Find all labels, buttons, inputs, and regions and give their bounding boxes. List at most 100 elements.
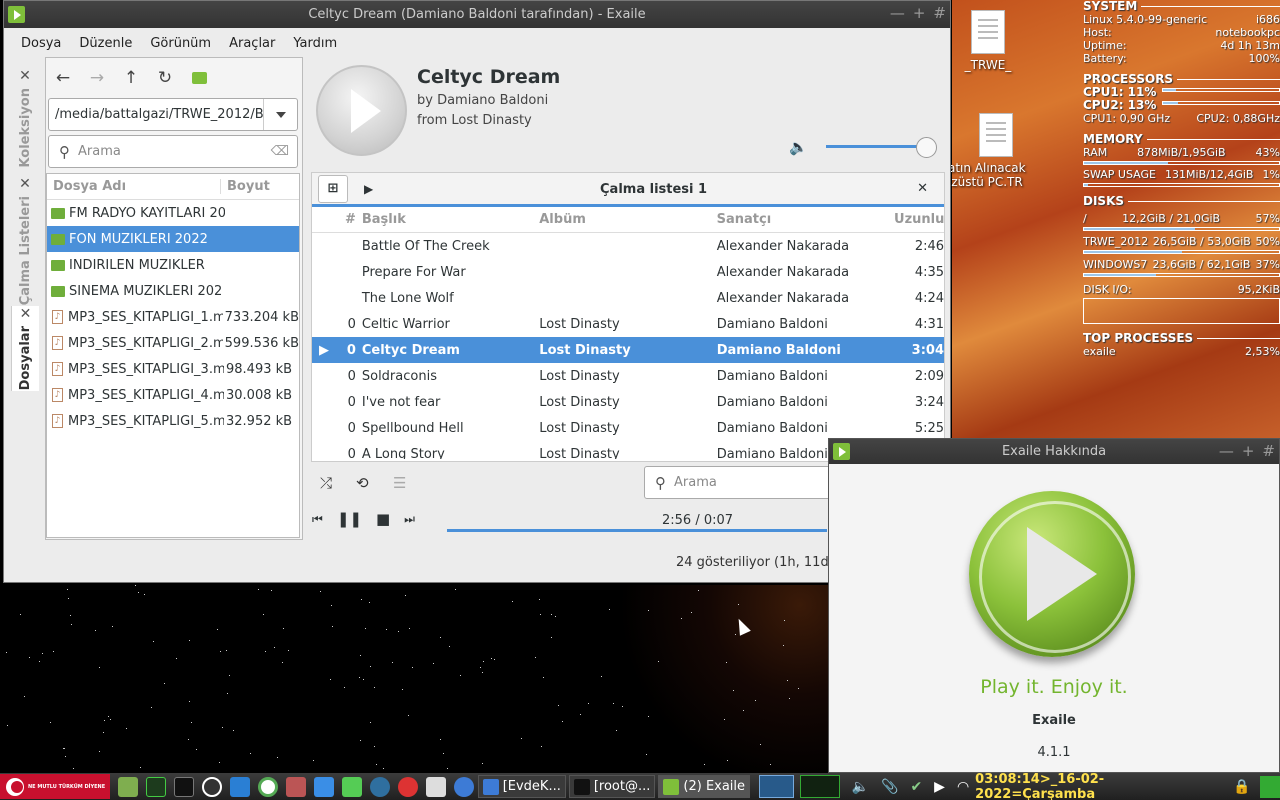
pdf-icon[interactable] (397, 776, 418, 797)
home-folder-icon[interactable] (186, 70, 212, 90)
tab-calma-listeleri[interactable]: ✕ Çalma Listeleri (11, 176, 39, 305)
file-row[interactable]: İNDİRİLEN MÜZİKLER (47, 252, 299, 278)
repeat-icon[interactable]: ⟲ (356, 474, 369, 492)
maximize-icon[interactable]: + (1242, 442, 1255, 460)
menu-yardim[interactable]: Yardım (284, 36, 346, 51)
star (69, 615, 71, 617)
back-icon[interactable]: ← (50, 68, 76, 88)
lock-icon[interactable]: 🔒 (1233, 779, 1250, 795)
close-icon[interactable]: ✕ (19, 176, 31, 192)
volume-slider[interactable] (826, 145, 928, 148)
menu-araclar[interactable]: Araçlar (220, 36, 284, 51)
exaile-app-icon[interactable] (8, 6, 25, 23)
files-search-input[interactable]: ⚲ Arama ⌫ (48, 135, 298, 168)
close-playlist-icon[interactable]: ✕ (917, 181, 928, 196)
chevron-down-icon[interactable] (263, 99, 297, 130)
settings-icon[interactable] (285, 776, 306, 797)
track-row[interactable]: 0 I've not fear Lost Dinasty Damiano Bal… (312, 389, 944, 415)
close-icon[interactable]: ✕ (19, 68, 31, 84)
workspace-switcher[interactable] (759, 775, 795, 798)
desktop-icon-laptop[interactable]: atın Alınacak izüstü PC.TR (948, 113, 1043, 189)
about-titlebar[interactable]: Exaile Hakkında — + # (829, 439, 1279, 464)
start-button[interactable]: NE MUTLU TÜRKÜM DİYENE (0, 774, 110, 799)
add-playlist-icon[interactable]: ⊞ (318, 174, 348, 203)
next-icon[interactable]: ⏭ (404, 512, 415, 527)
column-length[interactable]: Uzunlu (894, 212, 944, 227)
track-row[interactable]: Prepare For War Alexander Nakarada 4:35 (312, 259, 944, 285)
clear-icon[interactable]: ⌫ (271, 144, 289, 159)
track-row[interactable]: Battle Of The Creek Alexander Nakarada 2… (312, 233, 944, 259)
star (319, 590, 321, 592)
refresh-icon[interactable]: ↻ (152, 68, 178, 88)
minimize-icon[interactable]: — (1219, 442, 1234, 460)
desktop-icon-trwe[interactable]: _TRWE_ (948, 10, 1028, 72)
playlist-tab-label[interactable]: Çalma listesi 1 (600, 182, 707, 197)
file-row[interactable]: ♪ MP3_SES_KİTAPLIĞI_5.m 32.952 kB (47, 408, 299, 434)
file-row[interactable]: FON MÜZİKLERİ 2022 (47, 226, 299, 252)
file-row[interactable]: ♪ MP3_SES_KİTAPLIĞI_3.m 98.493 kB (47, 356, 299, 382)
taskbar-task[interactable]: [root@... (568, 775, 656, 798)
stop-icon[interactable]: ■ (376, 510, 390, 528)
main-titlebar[interactable]: Celtyc Dream (Damiano Baldoni tarafından… (4, 1, 950, 28)
volume-slider-handle[interactable] (916, 137, 937, 158)
path-combo[interactable]: /media/battalgazi/TRWE_2012/BA (48, 98, 298, 131)
up-icon[interactable]: ↑ (118, 68, 144, 88)
forward-icon[interactable]: → (84, 68, 110, 88)
column-number[interactable]: # (336, 212, 362, 227)
menu-dosya[interactable]: Dosya (12, 36, 70, 51)
wifi-icon[interactable]: ◠ (957, 779, 969, 795)
minimize-icon[interactable]: — (890, 4, 905, 22)
pause-icon[interactable]: ❚❚ (337, 510, 362, 528)
media-play-icon[interactable]: ▶ (934, 779, 945, 795)
track-album: Lost Dinasty (539, 446, 620, 460)
launcher-icon[interactable] (257, 776, 278, 797)
browser-icon[interactable] (453, 776, 474, 797)
menu-gorunum[interactable]: Görünüm (141, 36, 220, 51)
clipboard-icon[interactable]: 📎 (881, 779, 898, 795)
file-row[interactable]: SİNEMA MÜZİKLERİ 202 (47, 278, 299, 304)
previous-icon[interactable]: ⏮ (312, 512, 323, 527)
terminal-icon[interactable] (173, 776, 194, 797)
track-row[interactable]: 0 Celtic Warrior Lost Dinasty Damiano Ba… (312, 311, 944, 337)
file-row[interactable]: ♪ MP3_SES_KİTAPLIĞI_2.m 599.536 kB (47, 330, 299, 356)
playlist-play-icon[interactable]: ▶ (364, 182, 373, 196)
column-title[interactable]: Başlık (362, 212, 539, 227)
volume-icon[interactable]: 🔈 (789, 138, 808, 156)
shuffle-icon[interactable]: ⤮ (320, 474, 332, 492)
taskbar-task[interactable]: (2) Exaile (658, 775, 751, 798)
pin-icon[interactable]: # (1262, 442, 1275, 460)
file-row[interactable]: FM RADYO KAYITLARI 20 (47, 200, 299, 226)
screenshot-icon[interactable] (229, 776, 250, 797)
track-row[interactable]: 0 Soldraconis Lost Dinasty Damiano Baldo… (312, 363, 944, 389)
clock[interactable]: 03:08:14>_16-02-2022=Çarşamba (975, 772, 1219, 800)
seek-bar[interactable] (447, 529, 827, 532)
logout-icon[interactable] (1260, 775, 1280, 798)
column-boyut[interactable]: Boyut (221, 179, 270, 194)
system-monitor-icon[interactable] (145, 776, 166, 797)
menu-duzenle[interactable]: Düzenle (70, 36, 141, 51)
album-art-play-icon[interactable] (316, 65, 407, 156)
notes-icon[interactable] (341, 776, 362, 797)
tab-koleksiyon[interactable]: ✕ Koleksiyon (11, 68, 39, 168)
track-row[interactable]: ▶ 0 Celtyc Dream Lost Dinasty Damiano Ba… (312, 337, 944, 363)
column-album[interactable]: Albüm (539, 212, 716, 227)
file-row[interactable]: ♪ MP3_SES_KİTAPLIĞI_1.m 733.204 kB (47, 304, 299, 330)
tab-dosyalar[interactable]: ✕ Dosyalar (11, 306, 39, 391)
network-icon[interactable] (201, 776, 222, 797)
column-artist[interactable]: Sanatçı (717, 212, 894, 227)
file-manager-icon[interactable] (117, 776, 138, 797)
close-icon[interactable]: ✕ (20, 306, 32, 322)
taskbar-task[interactable]: [EvdeK... (477, 775, 566, 798)
volume-icon[interactable]: 🔈 (852, 779, 869, 795)
download-icon[interactable] (369, 776, 390, 797)
pin-icon[interactable]: # (933, 4, 946, 22)
file-row[interactable]: ♪ MP3_SES_KİTAPLIĞI_4.m 30.008 kB (47, 382, 299, 408)
shield-icon[interactable]: ✔ (910, 779, 922, 795)
track-row[interactable]: The Lone Wolf Alexander Nakarada 4:24 (312, 285, 944, 311)
maximize-icon[interactable]: + (913, 4, 926, 22)
column-dosya-adi[interactable]: Dosya Adı (47, 179, 221, 194)
editor-icon[interactable] (313, 776, 334, 797)
dynamic-icon[interactable]: ☰ (393, 474, 406, 492)
mail-icon[interactable] (425, 776, 446, 797)
playlist-search-input[interactable]: ⚲ Arama (644, 466, 834, 499)
